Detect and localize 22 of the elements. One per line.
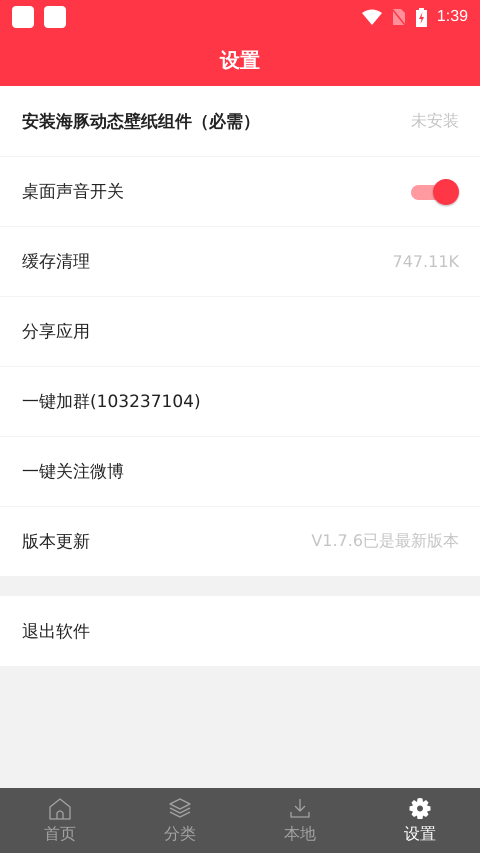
settings-icon (407, 796, 433, 822)
setting-value: 747.11K (392, 252, 459, 271)
toggle-switch[interactable] (409, 176, 459, 206)
clock-time: 1:39 (436, 8, 468, 26)
settings-row[interactable]: 一键加群(103237104) (0, 366, 480, 436)
setting-value: V1.7.6已是最新版本 (311, 531, 459, 552)
settings-row[interactable]: 一键关注微博 (0, 436, 480, 506)
settings-row[interactable]: 缓存清理 747.11K (0, 226, 480, 296)
setting-value: 未安装 (411, 110, 459, 132)
settings-row[interactable]: 版本更新 V1.7.6已是最新版本 (0, 506, 480, 576)
settings-row[interactable]: 桌面声音开关 (0, 156, 480, 226)
wifi-icon (362, 9, 382, 25)
settings-row[interactable]: 分享应用 (0, 296, 480, 366)
home-icon (47, 796, 73, 822)
notification-icon (12, 6, 34, 28)
exit-row[interactable]: 退出软件 (0, 596, 480, 666)
no-sim-icon (392, 8, 406, 26)
settings-row[interactable]: 安装海豚动态壁纸组件（必需） 未安装 (0, 86, 480, 156)
battery-charging-icon (416, 8, 427, 26)
nav-tab[interactable]: 设置 (360, 788, 480, 853)
page-title: 设置 (220, 46, 260, 74)
notification-icon (44, 6, 66, 28)
